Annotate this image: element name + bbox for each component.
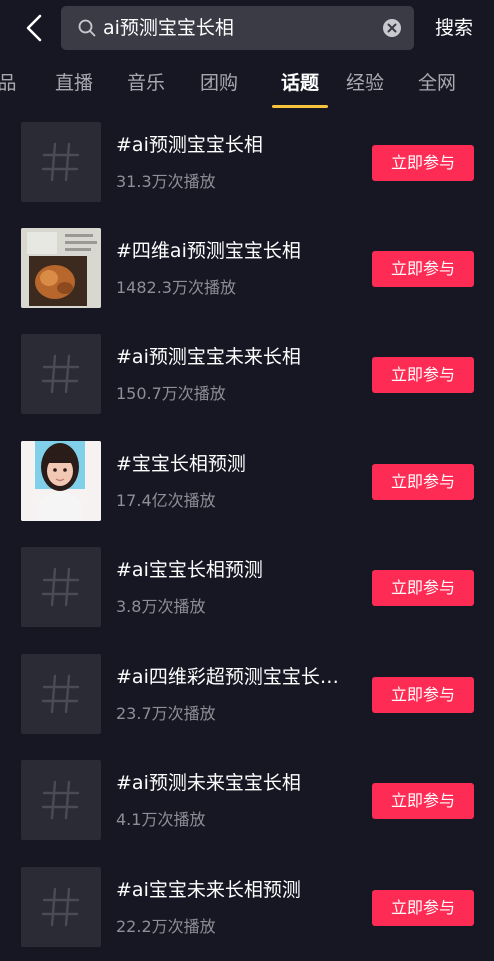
hashtag-icon xyxy=(41,567,80,607)
join-button[interactable]: 立即参与 xyxy=(372,464,474,500)
top-bar: ai预测宝宝长相 搜索 xyxy=(0,0,494,56)
hashtag-thumbnail xyxy=(21,760,101,840)
list-item[interactable]: #宝宝长相预测 17.4亿次播放 立即参与 xyxy=(0,429,494,535)
search-input[interactable]: ai预测宝宝长相 xyxy=(61,6,414,50)
list-item[interactable]: #ai四维彩超预测宝宝长… 23.7万次播放 立即参与 xyxy=(0,642,494,748)
tab-web[interactable]: 全网 xyxy=(415,58,459,108)
hashtag-thumbnail xyxy=(21,547,101,627)
list-item[interactable]: #四维ai预测宝宝长相 1482.3万次播放 立即参与 xyxy=(0,216,494,322)
play-count: 150.7万次播放 xyxy=(116,384,226,403)
play-count: 31.3万次播放 xyxy=(116,172,216,191)
play-count: 23.7万次播放 xyxy=(116,704,216,723)
tab-topics[interactable]: 话题 xyxy=(272,58,328,108)
hashtag-thumbnail xyxy=(21,122,101,202)
play-count: 4.1万次播放 xyxy=(116,810,206,829)
list-item[interactable]: #ai预测宝宝未来长相 150.7万次播放 立即参与 xyxy=(0,322,494,428)
child-portrait-photo xyxy=(21,441,101,521)
join-button[interactable]: 立即参与 xyxy=(372,251,474,287)
chevron-left-icon xyxy=(26,14,42,42)
hashtag-icon xyxy=(41,142,80,182)
play-count: 17.4亿次播放 xyxy=(116,491,216,510)
hashtag-icon xyxy=(41,354,80,394)
active-tab-indicator xyxy=(272,105,328,108)
play-count: 22.2万次播放 xyxy=(116,917,216,936)
list-item[interactable]: #ai宝宝长相预测 3.8万次播放 立即参与 xyxy=(0,535,494,641)
ultrasound-photo xyxy=(21,228,101,308)
tab-products[interactable]: 品 xyxy=(0,58,22,108)
search-query-text: ai预测宝宝长相 xyxy=(103,17,234,39)
topic-title: #ai预测宝宝长相 xyxy=(116,134,263,156)
topic-title: #ai预测未来宝宝长相 xyxy=(116,772,301,794)
category-tabs: 品 直播 音乐 团购 话题 经验 全网 xyxy=(0,58,494,110)
join-button[interactable]: 立即参与 xyxy=(372,570,474,606)
list-item[interactable]: #ai预测未来宝宝长相 4.1万次播放 立即参与 xyxy=(0,748,494,854)
child-portrait-image xyxy=(21,441,101,521)
topic-title: #ai四维彩超预测宝宝长… xyxy=(116,666,339,688)
tab-experience[interactable]: 经验 xyxy=(343,58,387,108)
search-icon xyxy=(78,19,96,37)
join-button[interactable]: 立即参与 xyxy=(372,145,474,181)
join-button[interactable]: 立即参与 xyxy=(372,357,474,393)
ultrasound-image xyxy=(21,228,101,308)
topic-title: #ai预测宝宝未来长相 xyxy=(116,346,301,368)
search-button[interactable]: 搜索 xyxy=(424,0,484,56)
play-count: 1482.3万次播放 xyxy=(116,278,236,297)
clear-icon[interactable] xyxy=(382,18,402,38)
tab-group-buy[interactable]: 团购 xyxy=(197,58,241,108)
hashtag-icon xyxy=(41,674,80,714)
tab-live[interactable]: 直播 xyxy=(52,58,96,108)
topic-title: #四维ai预测宝宝长相 xyxy=(116,240,301,262)
hashtag-thumbnail xyxy=(21,867,101,947)
topic-title: #宝宝长相预测 xyxy=(116,453,246,475)
join-button[interactable]: 立即参与 xyxy=(372,890,474,926)
tab-music[interactable]: 音乐 xyxy=(124,58,168,108)
back-button[interactable] xyxy=(18,12,50,44)
play-count: 3.8万次播放 xyxy=(116,597,206,616)
list-item[interactable]: #ai预测宝宝长相 31.3万次播放 立即参与 xyxy=(0,110,494,216)
join-button[interactable]: 立即参与 xyxy=(372,677,474,713)
topic-title: #ai宝宝长相预测 xyxy=(116,559,263,581)
hashtag-thumbnail xyxy=(21,654,101,734)
hashtag-icon xyxy=(41,887,80,927)
topic-title: #ai宝宝未来长相预测 xyxy=(116,879,301,901)
list-item[interactable]: #ai宝宝未来长相预测 22.2万次播放 立即参与 xyxy=(0,855,494,961)
hashtag-icon xyxy=(41,780,80,820)
join-button[interactable]: 立即参与 xyxy=(372,783,474,819)
hashtag-thumbnail xyxy=(21,334,101,414)
